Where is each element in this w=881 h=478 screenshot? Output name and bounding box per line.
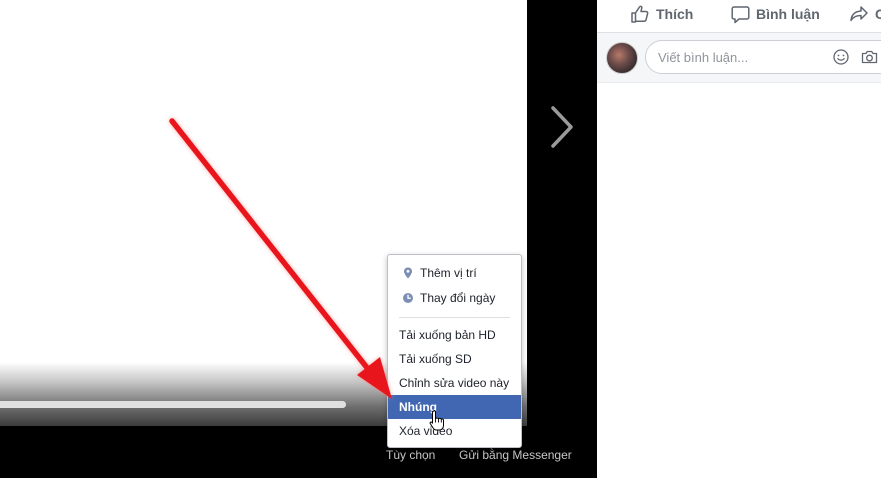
comment-button[interactable]: Bình luận [731,4,820,24]
like-button[interactable]: Thích [630,4,693,24]
menu-item-label: Tải xuống SD [399,352,472,366]
location-pin-icon [404,267,412,279]
emoji-icon[interactable] [833,49,849,65]
thumbs-up-icon [631,5,649,23]
avatar[interactable] [606,42,638,74]
share-button[interactable]: C [849,4,881,24]
camera-icon[interactable] [861,50,878,64]
video-progress-fill [0,401,346,408]
comment-bubble-icon [731,5,750,23]
menu-item-label: Tải xuống bản HD [399,328,496,342]
like-label: Thích [656,6,694,22]
menu-item-edit-video[interactable]: Chỉnh sửa video này [388,371,521,395]
menu-item-download-hd[interactable]: Tải xuống bản HD [388,323,521,347]
menu-item-label: Nhúng [399,400,437,414]
options-link[interactable]: Tùy chọn [386,448,435,462]
menu-item-add-location[interactable]: Thêm vị trí [388,261,521,285]
video-progress-bar[interactable] [0,401,346,408]
share-label: C [875,6,881,22]
share-arrow-icon [850,6,868,22]
menu-item-label: Thêm vị trí [420,266,477,280]
menu-item-label: Chỉnh sửa video này [399,376,510,390]
next-arrow-icon[interactable] [547,104,577,150]
menu-divider [399,317,510,318]
options-menu: Thêm vị trí Thay đổi ngày Tải xuống bản … [387,254,522,448]
menu-item-label: Xóa video [399,424,453,438]
comment-composer [597,33,881,83]
post-action-bar: Thích Bình luận C [597,0,881,33]
comment-label: Bình luận [756,6,820,22]
post-side-panel: Thích Bình luận C [597,0,881,478]
menu-item-download-sd[interactable]: Tải xuống SD [388,347,521,371]
menu-item-change-date[interactable]: Thay đổi ngày [388,286,521,310]
send-messenger-link[interactable]: Gửi bằng Messenger [459,448,572,462]
menu-item-delete-video[interactable]: Xóa video [388,419,521,443]
clock-icon [403,293,413,303]
menu-item-label: Thay đổi ngày [420,291,496,305]
menu-item-embed[interactable]: Nhúng [388,395,521,419]
